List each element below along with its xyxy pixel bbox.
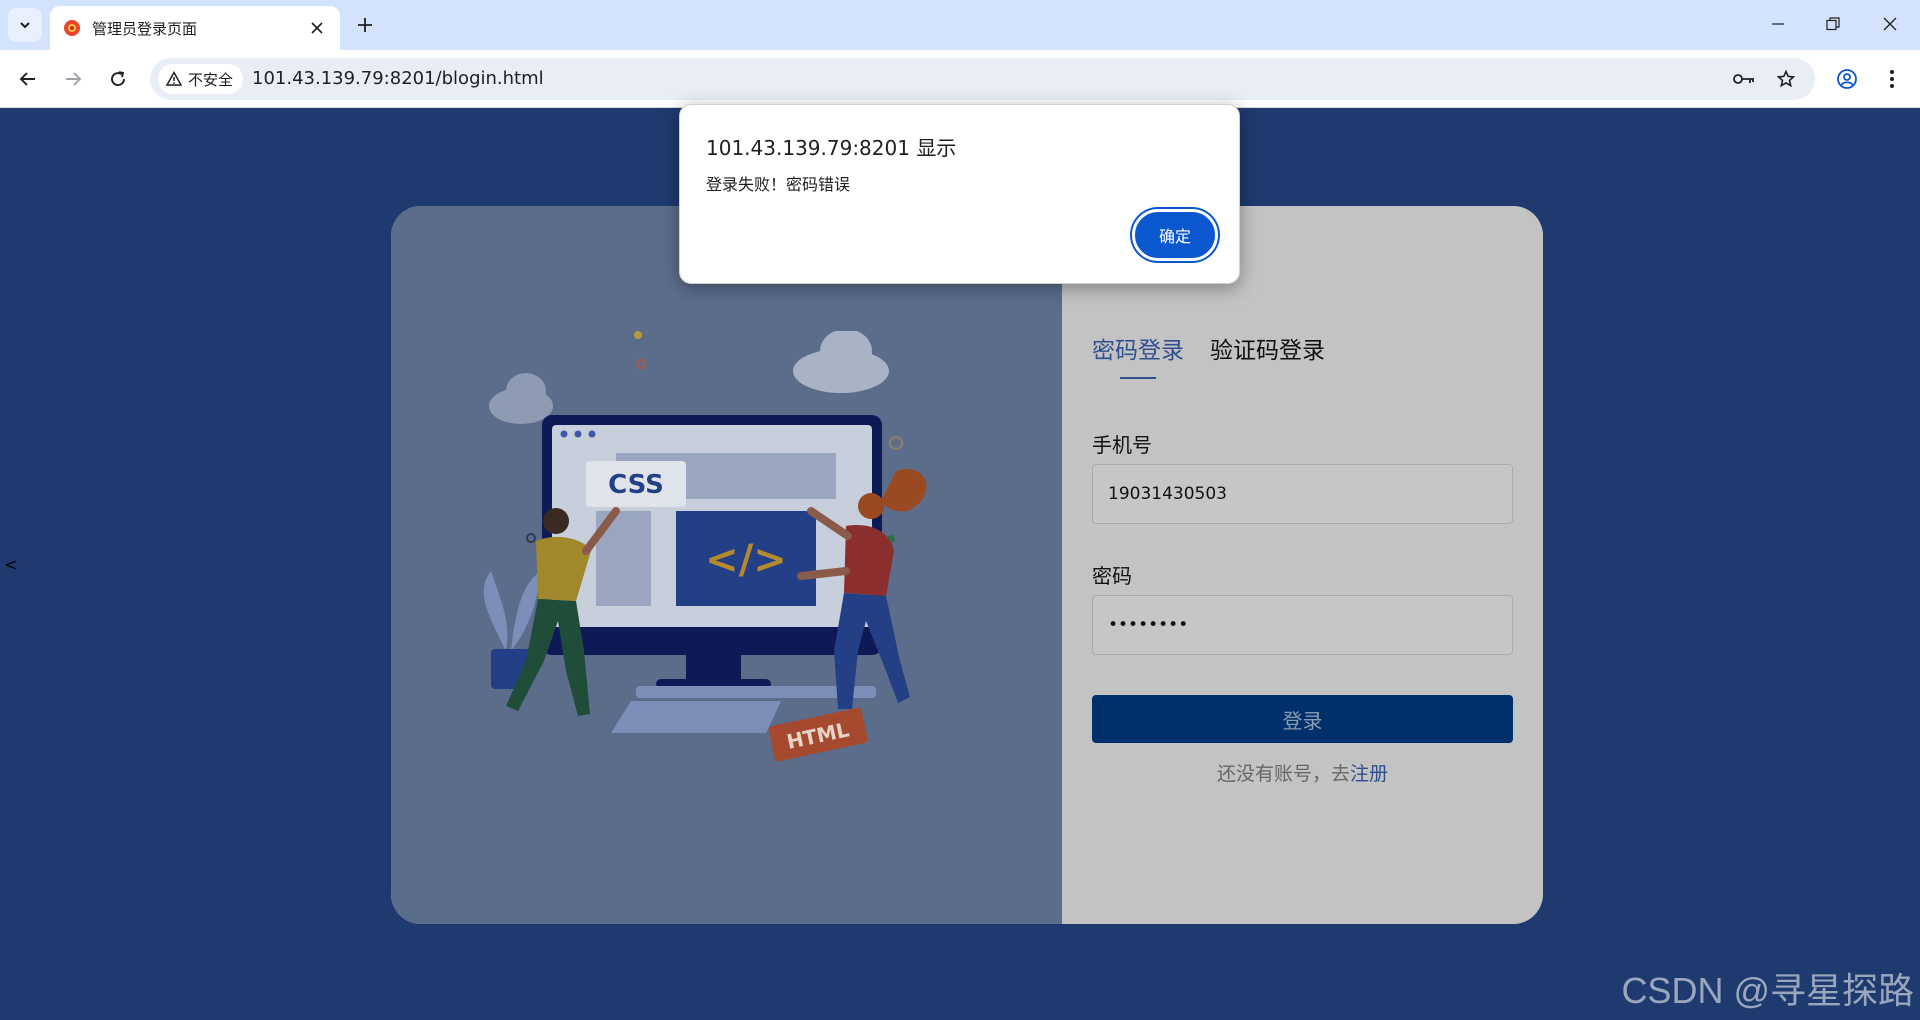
security-indicator[interactable]: 不安全: [158, 64, 244, 94]
new-tab-button[interactable]: [350, 10, 380, 40]
login-card: </> CSS HTML 密码登录 验证码登录 手机号 19031430503 …: [391, 206, 1543, 924]
minimize-button[interactable]: [1758, 8, 1798, 40]
restore-icon: [1826, 17, 1840, 31]
dialog-title: 101.43.139.79:8201 显示: [706, 136, 957, 160]
close-window-button[interactable]: [1870, 8, 1910, 40]
cloud-icon: [489, 373, 553, 424]
tab-password-login[interactable]: 密码登录: [1092, 331, 1184, 379]
reload-button[interactable]: [100, 61, 136, 97]
warning-icon: [166, 71, 182, 86]
tab-close-icon[interactable]: [306, 17, 328, 39]
password-key-button[interactable]: [1729, 64, 1759, 94]
close-icon: [1883, 17, 1897, 31]
minimize-icon: [1772, 23, 1784, 25]
key-icon: [1733, 74, 1754, 84]
restore-button[interactable]: [1813, 8, 1853, 40]
dialog-message: 登录失败！密码错误: [706, 175, 851, 194]
tab-title: 管理员登录页面: [92, 19, 198, 38]
side-glyph: <: [4, 555, 18, 574]
arrow-left-icon: [19, 72, 35, 86]
register-prompt: 还没有账号，去注册: [1092, 759, 1513, 786]
bookmark-button[interactable]: [1771, 64, 1801, 94]
login-form-panel: 密码登录 验证码登录 手机号 19031430503 密码 •••••••• 登…: [1062, 206, 1543, 924]
arrow-right-icon: [66, 72, 82, 86]
code-label: </>: [705, 537, 787, 583]
url-text[interactable]: 101.43.139.79:8201/blogin.html: [252, 68, 544, 89]
back-button[interactable]: [10, 61, 46, 97]
favicon-icon: [64, 20, 80, 36]
reload-icon: [111, 71, 125, 86]
browser-menu-button[interactable]: [1874, 61, 1910, 97]
login-tabs: 密码登录 验证码登录: [1092, 331, 1325, 379]
password-input[interactable]: ••••••••: [1092, 595, 1513, 655]
tab-strip: 管理员登录页面: [0, 0, 1920, 50]
plus-icon: [358, 18, 372, 32]
phone-input[interactable]: 19031430503: [1092, 464, 1513, 524]
register-prefix: 还没有账号，去: [1216, 763, 1350, 785]
dialog-ok-button[interactable]: 确定: [1132, 209, 1218, 261]
browser-tab[interactable]: 管理员登录页面: [50, 6, 340, 50]
security-label: 不安全: [188, 70, 234, 89]
profile-button[interactable]: [1829, 61, 1865, 97]
illustration: </> CSS HTML: [483, 331, 927, 762]
tab-code-login[interactable]: 验证码登录: [1210, 331, 1325, 379]
phone-label: 手机号: [1092, 433, 1152, 457]
browser-toolbar: 不安全 101.43.139.79:8201/blogin.html: [0, 50, 1920, 108]
watermark: CSDN @寻星探路: [1621, 970, 1914, 1011]
password-label: 密码: [1092, 564, 1132, 588]
login-button[interactable]: 登录: [1092, 695, 1513, 743]
profile-icon: [1837, 69, 1857, 89]
register-link[interactable]: 注册: [1350, 763, 1388, 785]
illustration-panel: </> CSS HTML: [391, 206, 1062, 924]
address-bar[interactable]: 不安全 101.43.139.79:8201/blogin.html: [150, 58, 1815, 100]
chevron-down-icon: [20, 22, 30, 29]
more-vertical-icon: [1890, 70, 1894, 88]
star-icon: [1777, 70, 1795, 88]
forward-button[interactable]: [55, 61, 91, 97]
css-label: CSS: [608, 470, 664, 500]
cloud-icon: [793, 331, 889, 393]
alert-dialog: 101.43.139.79:8201 显示 登录失败！密码错误 确定: [679, 104, 1240, 284]
tab-search-button[interactable]: [8, 8, 42, 42]
